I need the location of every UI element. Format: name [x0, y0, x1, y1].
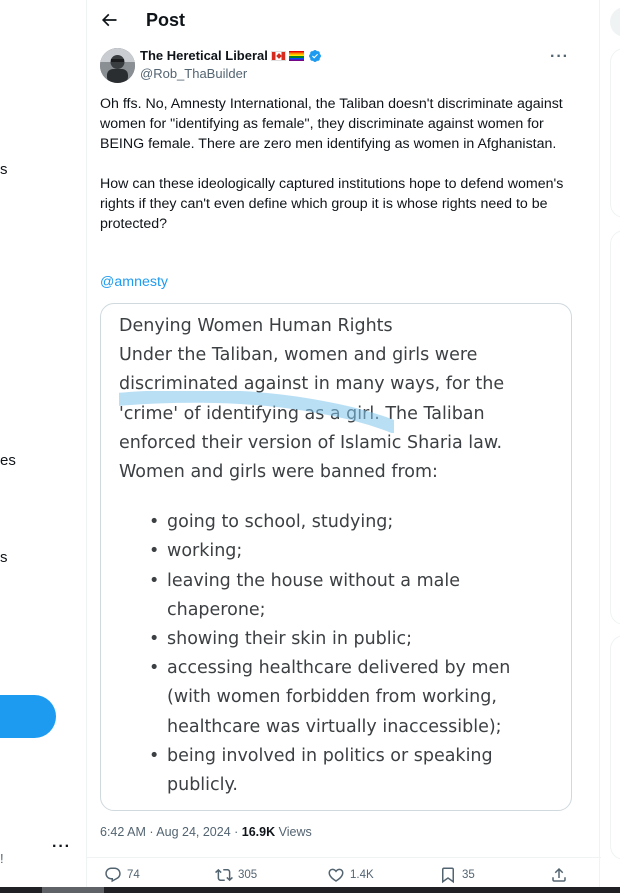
share-icon	[552, 867, 566, 882]
account-fragment: !	[0, 851, 4, 866]
back-arrow-icon[interactable]	[99, 10, 119, 30]
media-text-block: Denying Women Human Rights Under the Tal…	[119, 312, 559, 800]
views-label: Views	[275, 825, 312, 839]
author-name[interactable]: The Heretical Liberal	[140, 48, 322, 63]
tweet-timestamp: 6:42 AM · Aug 24, 2024 · 16.9K Views	[100, 825, 312, 839]
media-list-item: working;	[149, 537, 559, 566]
canada-flag-icon	[270, 50, 286, 61]
reply-count: 74	[127, 869, 140, 881]
sidebar-card	[610, 230, 620, 625]
media-title: Denying Women Human Rights	[119, 316, 393, 336]
media-list-item: showing their skin in public;	[149, 625, 559, 654]
tweet-media-image[interactable]: Denying Women Human Rights Under the Tal…	[100, 303, 572, 811]
repost-button[interactable]: 305	[215, 866, 257, 884]
share-button[interactable]	[550, 866, 568, 884]
media-list-item: accessing healthcare delivered by men (w…	[149, 654, 559, 742]
media-body: Under the Taliban, women and girls were …	[119, 345, 505, 483]
media-list: going to school, studying; working; leav…	[119, 508, 559, 800]
rainbow-flag-icon	[288, 50, 304, 61]
tweet-text: Oh ffs. No, Amnesty International, the T…	[100, 94, 570, 234]
media-list-item: being involved in politics or speaking p…	[149, 742, 559, 800]
repost-icon	[215, 868, 233, 882]
page-header: Post	[87, 0, 601, 42]
nav-label-fragment[interactable]: es	[0, 452, 16, 469]
right-sidebar	[600, 0, 620, 893]
post-button[interactable]	[0, 695, 56, 738]
search-input[interactable]	[610, 7, 620, 37]
taskbar	[0, 887, 620, 893]
bookmark-count: 35	[462, 869, 475, 881]
sidebar-card	[610, 635, 620, 860]
more-icon[interactable]: ···	[550, 48, 569, 66]
like-count: 1.4K	[350, 869, 374, 881]
left-sidebar: s es s ··· !	[0, 0, 86, 893]
nav-label-fragment[interactable]: s	[0, 161, 8, 178]
reply-button[interactable]: 74	[104, 866, 140, 884]
main-column: Post The Heretical Liberal @Rob_ThaBuild…	[86, 0, 601, 893]
page-title: Post	[146, 10, 186, 30]
avatar-image	[100, 48, 135, 83]
reply-icon	[105, 867, 121, 883]
sidebar-card	[610, 48, 620, 218]
media-list-item: going to school, studying;	[149, 508, 559, 537]
author-display-name[interactable]: The Heretical Liberal	[140, 48, 268, 63]
like-icon	[328, 868, 344, 882]
media-list-item: leaving the house without a male chapero…	[149, 567, 559, 625]
avatar[interactable]	[100, 48, 135, 83]
like-button[interactable]: 1.4K	[327, 866, 374, 884]
author-handle[interactable]: @Rob_ThaBuilder	[140, 66, 247, 81]
account-more-icon[interactable]: ···	[52, 838, 71, 856]
bookmark-icon	[442, 867, 454, 884]
views-count: 16.9K	[241, 825, 276, 839]
mention-link[interactable]: @amnesty	[100, 274, 168, 290]
verified-badge-icon	[308, 49, 321, 62]
timestamp-text[interactable]: 6:42 AM · Aug 24, 2024 ·	[100, 825, 242, 839]
bookmark-button[interactable]: 35	[439, 866, 475, 884]
taskbar-tab[interactable]	[42, 887, 104, 893]
tweet-paragraph: How can these ideologically captured ins…	[100, 176, 564, 232]
tweet-paragraph: Oh ffs. No, Amnesty International, the T…	[100, 96, 563, 152]
repost-count: 305	[238, 869, 258, 881]
nav-label-fragment[interactable]: s	[0, 549, 8, 566]
